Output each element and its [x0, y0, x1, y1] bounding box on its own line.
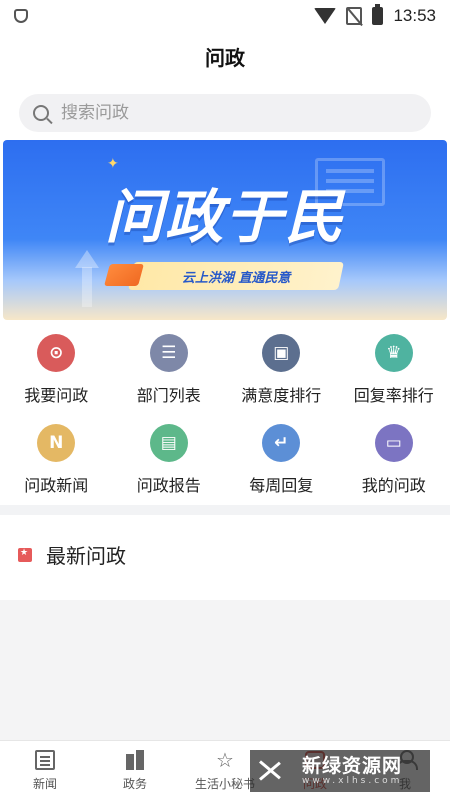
grid-item-satisfaction-rank[interactable]: ▣ 满意度排行 — [225, 332, 338, 414]
watermark: 新绿资源网 www.xlhs.com — [250, 750, 430, 792]
banner-ribbon: 云上洪湖 直通民意 — [128, 262, 344, 290]
news-n-icon: N — [37, 424, 76, 462]
grid-item-report[interactable]: ▤ 问政报告 — [113, 422, 226, 504]
wifi-icon — [314, 8, 337, 24]
nav-item-news[interactable]: 新闻 — [0, 741, 90, 800]
location-pin-icon: ⊙ — [37, 334, 76, 372]
grid-item-label: 我要问政 — [24, 386, 89, 405]
no-sim-icon — [346, 7, 363, 25]
ranking-icon: ▣ — [262, 334, 301, 372]
section-divider — [0, 505, 450, 515]
shield-icon — [14, 9, 28, 23]
book-icon — [104, 264, 144, 286]
nav-label: 生活小秘书 — [194, 777, 255, 791]
nav-item-gov[interactable]: 政务 — [90, 741, 180, 800]
grid-item-label: 满意度排行 — [241, 386, 322, 405]
grid-item-departments[interactable]: ☰ 部门列表 — [113, 332, 226, 414]
building-icon — [125, 750, 145, 770]
watermark-logo-icon — [258, 756, 294, 786]
search-icon — [33, 105, 49, 121]
grid-item-ask[interactable]: ⊙ 我要问政 — [0, 332, 113, 414]
grid-item-reply-rank[interactable]: ♛ 回复率排行 — [338, 332, 450, 414]
banner[interactable]: ✦ 问政于民 云上洪湖 直通民意 — [3, 140, 447, 320]
arrow-stem — [82, 267, 92, 307]
grid-item-label: 回复率排行 — [353, 386, 434, 405]
watermark-sub: www.xlhs.com — [302, 776, 403, 787]
grid-item-weekly-reply[interactable]: ↵ 每周回复 — [225, 422, 338, 504]
grid-item-label: 我的问政 — [361, 476, 426, 495]
latest-section-header: 最新问政 — [18, 540, 126, 569]
status-bar: 13:53 — [0, 0, 450, 32]
flag-icon — [18, 547, 32, 562]
function-grid: ⊙ 我要问政 ☰ 部门列表 ▣ 满意度排行 ♛ 回复率排行 N 问政新闻 ▤ 问… — [0, 332, 450, 504]
grid-item-label: 部门列表 — [136, 386, 201, 405]
trophy-icon: ♛ — [374, 334, 413, 372]
chat-icon: ▭ — [374, 424, 413, 462]
list-icon: ☰ — [149, 334, 188, 372]
search-bar[interactable] — [19, 94, 431, 132]
latest-title: 最新问政 — [46, 544, 126, 568]
grid-item-label: 每周回复 — [249, 476, 314, 495]
nav-label: 新闻 — [32, 777, 57, 791]
page-title: 问政 — [205, 46, 245, 70]
latest-feed — [0, 600, 450, 740]
grid-item-my-ask[interactable]: ▭ 我的问政 — [338, 422, 450, 504]
grid-item-label: 问政报告 — [136, 476, 201, 495]
search-input[interactable] — [61, 103, 361, 123]
document-icon: ▤ — [149, 424, 188, 462]
reply-icon: ↵ — [262, 424, 301, 462]
grid-item-label: 问政新闻 — [24, 476, 89, 495]
banner-headline: 问政于民 — [104, 183, 345, 251]
newspaper-icon — [35, 750, 55, 770]
banner-slogan: 云上洪湖 直通民意 — [181, 270, 291, 286]
status-time: 13:53 — [393, 6, 436, 25]
watermark-main: 新绿资源网 — [302, 754, 403, 777]
nav-label: 政务 — [122, 777, 147, 791]
grid-item-news[interactable]: N 问政新闻 — [0, 422, 113, 504]
sparkle-icon: ☆ — [216, 748, 234, 772]
battery-icon — [372, 4, 384, 25]
